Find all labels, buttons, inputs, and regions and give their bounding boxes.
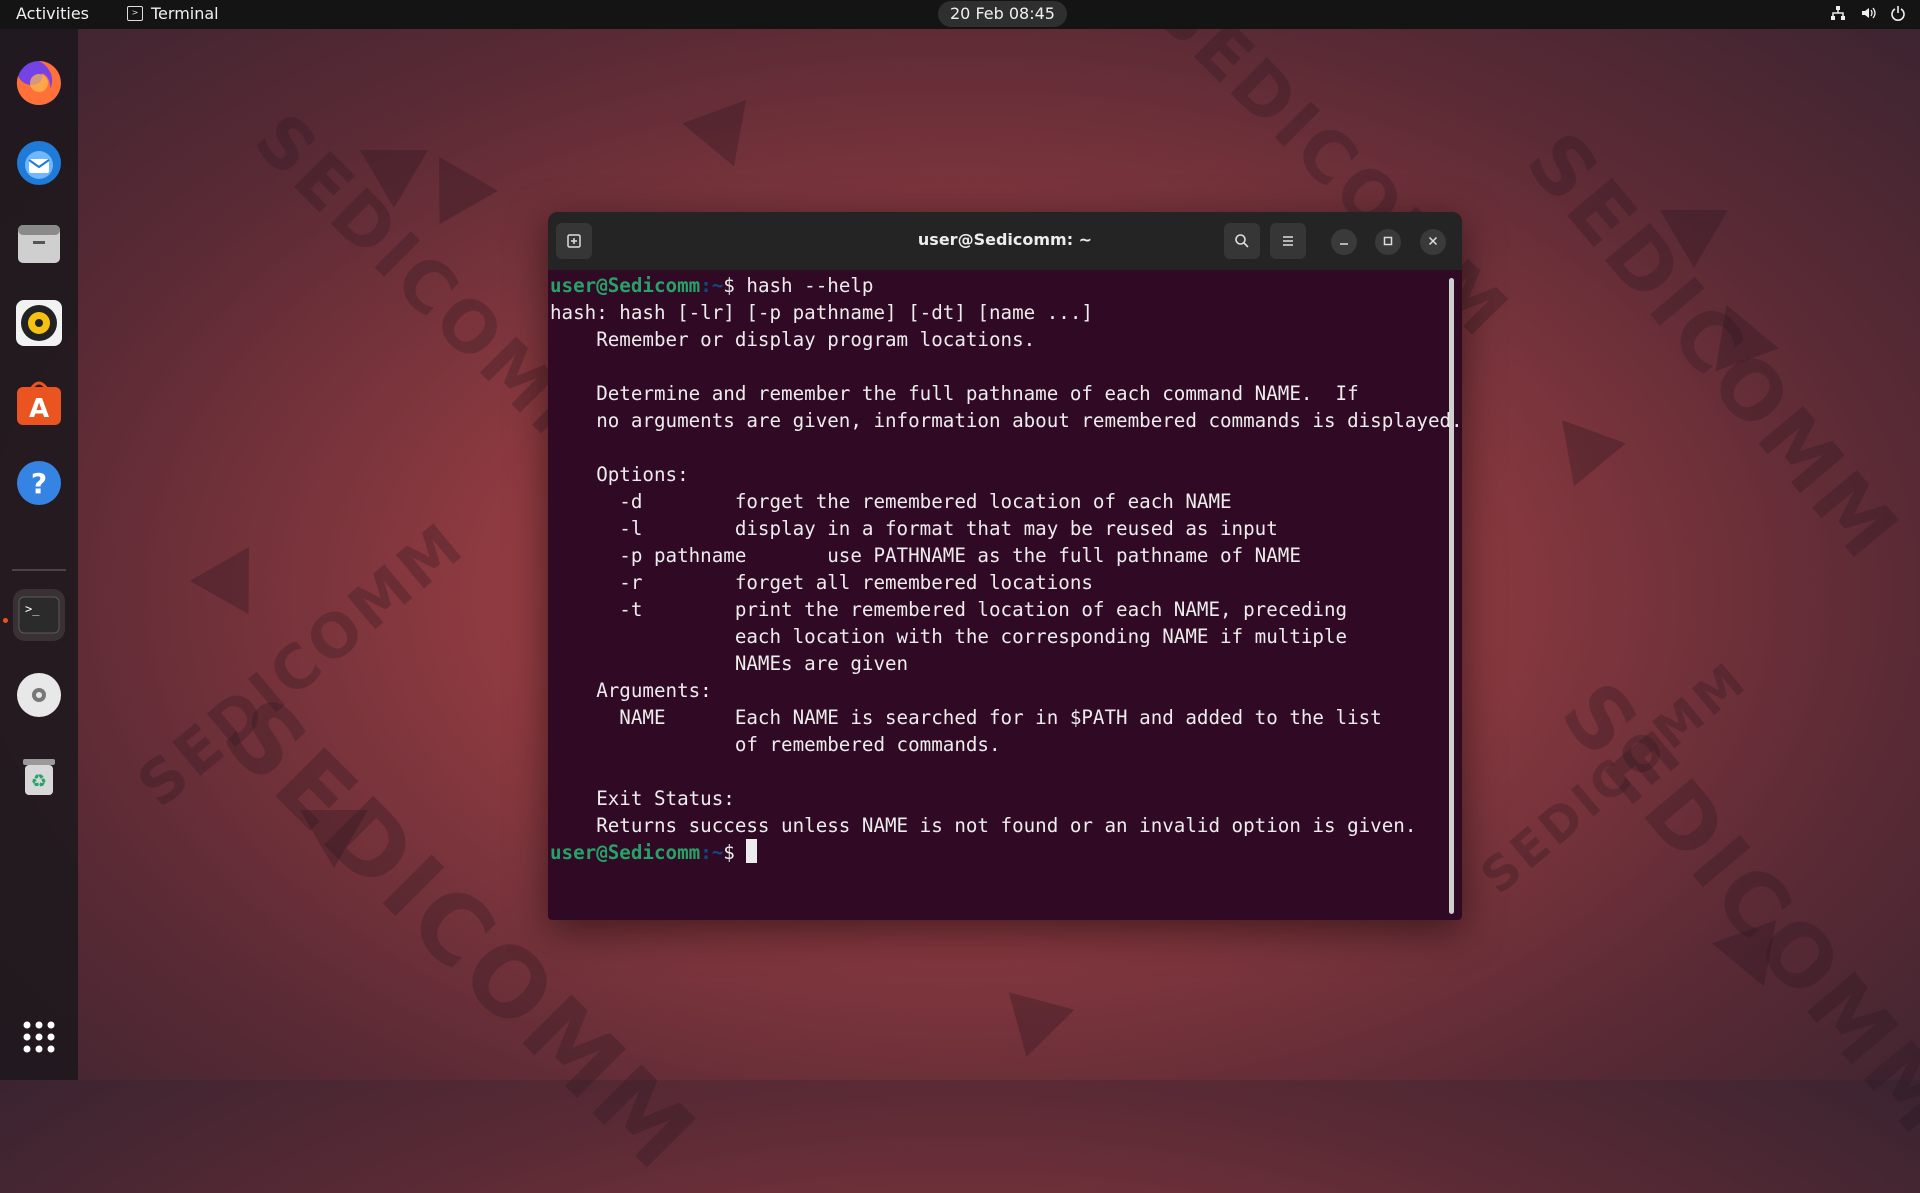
close-icon — [1428, 236, 1438, 246]
svg-text:>_: >_ — [25, 602, 40, 616]
output-line: -d forget the remembered location of eac… — [619, 490, 1232, 513]
output-line: Remember or display program locations. — [596, 328, 1036, 351]
terminal-icon[interactable]: >_ — [13, 589, 65, 641]
maximize-button[interactable] — [1375, 229, 1401, 255]
output-line: -t print the remembered location of each… — [619, 598, 1348, 621]
svg-text:♻: ♻ — [31, 771, 47, 792]
terminal-app-icon: > — [127, 6, 143, 21]
app-menu-button[interactable]: > Terminal — [127, 4, 219, 23]
svg-text:?: ? — [31, 467, 47, 500]
system-tray[interactable] — [1830, 5, 1906, 21]
minimize-icon — [1340, 243, 1348, 245]
minimize-button[interactable] — [1331, 229, 1357, 255]
network-icon — [1830, 5, 1846, 21]
wallpaper-watermark: SEDICOMM — [1470, 650, 1759, 906]
hamburger-menu-icon — [1283, 236, 1293, 246]
typed-command: hash --help — [746, 274, 874, 297]
output-line: of remembered commands. — [734, 733, 1001, 756]
close-button[interactable] — [1420, 229, 1446, 255]
app-center-icon[interactable]: A — [13, 377, 65, 429]
volume-icon — [1860, 5, 1876, 21]
output-line: -p pathname use PATHNAME as the full pat… — [619, 544, 1301, 567]
maximize-icon — [1383, 236, 1393, 246]
disc-icon[interactable] — [13, 669, 65, 721]
activities-button[interactable]: Activities — [16, 4, 89, 23]
output-line: NAMEs are given — [734, 652, 909, 675]
dock: A ? >_ ♻ — [0, 29, 78, 1080]
terminal-output[interactable]: user@Sedicomm:~$ hash --help hash: hash … — [550, 272, 1462, 912]
terminal-titlebar[interactable]: user@Sedicomm: ~ — [548, 212, 1462, 270]
files-icon[interactable] — [13, 217, 65, 269]
text-cursor — [746, 839, 758, 863]
dock-separator — [12, 569, 66, 571]
top-bar: Activities > Terminal 20 Feb 08:45 — [0, 0, 1920, 29]
command-output: hash: hash [-lr] [-p pathname] [-dt] [na… — [550, 301, 1462, 837]
rhythmbox-icon[interactable] — [13, 297, 65, 349]
prompt-symbol: $ — [723, 841, 747, 864]
output-line: -r forget all remembered locations — [619, 571, 1093, 594]
firefox-icon[interactable] — [13, 57, 65, 109]
thunderbird-icon[interactable] — [13, 137, 65, 189]
app-menu-label: Terminal — [151, 4, 219, 23]
output-line: Exit Status: — [596, 787, 735, 810]
output-line: no arguments are given, information abou… — [596, 409, 1462, 432]
output-line: Options: — [596, 463, 689, 486]
trash-icon[interactable]: ♻ — [13, 749, 65, 801]
window-title: user@Sedicomm: ~ — [917, 230, 1093, 249]
output-line: hash: hash [-lr] [-p pathname] [-dt] [na… — [550, 301, 1093, 324]
output-line: NAME Each NAME is searched for in $PATH … — [619, 706, 1382, 729]
prompt-line: user@Sedicomm:~$ hash --help — [550, 274, 873, 297]
wallpaper-watermark: SEDICOMM — [1541, 664, 1920, 1155]
output-line: each location with the corresponding NAM… — [734, 625, 1348, 648]
app-grid-icon[interactable] — [13, 1011, 65, 1063]
prompt-line: user@Sedicomm:~$ — [550, 839, 758, 864]
wallpaper-watermark: SEDICOMM — [124, 508, 479, 822]
prompt-path: :~ — [700, 274, 724, 297]
output-line: Arguments: — [596, 679, 712, 702]
terminal-window[interactable]: user@Sedicomm: ~ user@Sedicomm:~$ hash -… — [548, 212, 1462, 920]
prompt-user: user@Sedicomm — [550, 274, 701, 297]
clock-button[interactable]: 20 Feb 08:45 — [938, 1, 1067, 27]
help-icon[interactable]: ? — [13, 457, 65, 509]
search-icon — [1235, 234, 1249, 248]
output-line: -l display in a format that may be reuse… — [619, 517, 1278, 540]
scrollbar[interactable] — [1449, 278, 1454, 914]
power-icon — [1890, 5, 1906, 21]
prompt-symbol: $ — [723, 274, 747, 297]
output-line: Determine and remember the full pathname… — [596, 382, 1359, 405]
prompt-user: user@Sedicomm — [550, 841, 701, 864]
menu-button[interactable] — [1270, 223, 1306, 259]
prompt-path: :~ — [700, 841, 724, 864]
svg-text:A: A — [29, 394, 49, 424]
output-line: Returns success unless NAME is not found… — [596, 814, 1417, 837]
running-indicator — [3, 618, 8, 623]
search-button[interactable] — [1224, 223, 1260, 259]
